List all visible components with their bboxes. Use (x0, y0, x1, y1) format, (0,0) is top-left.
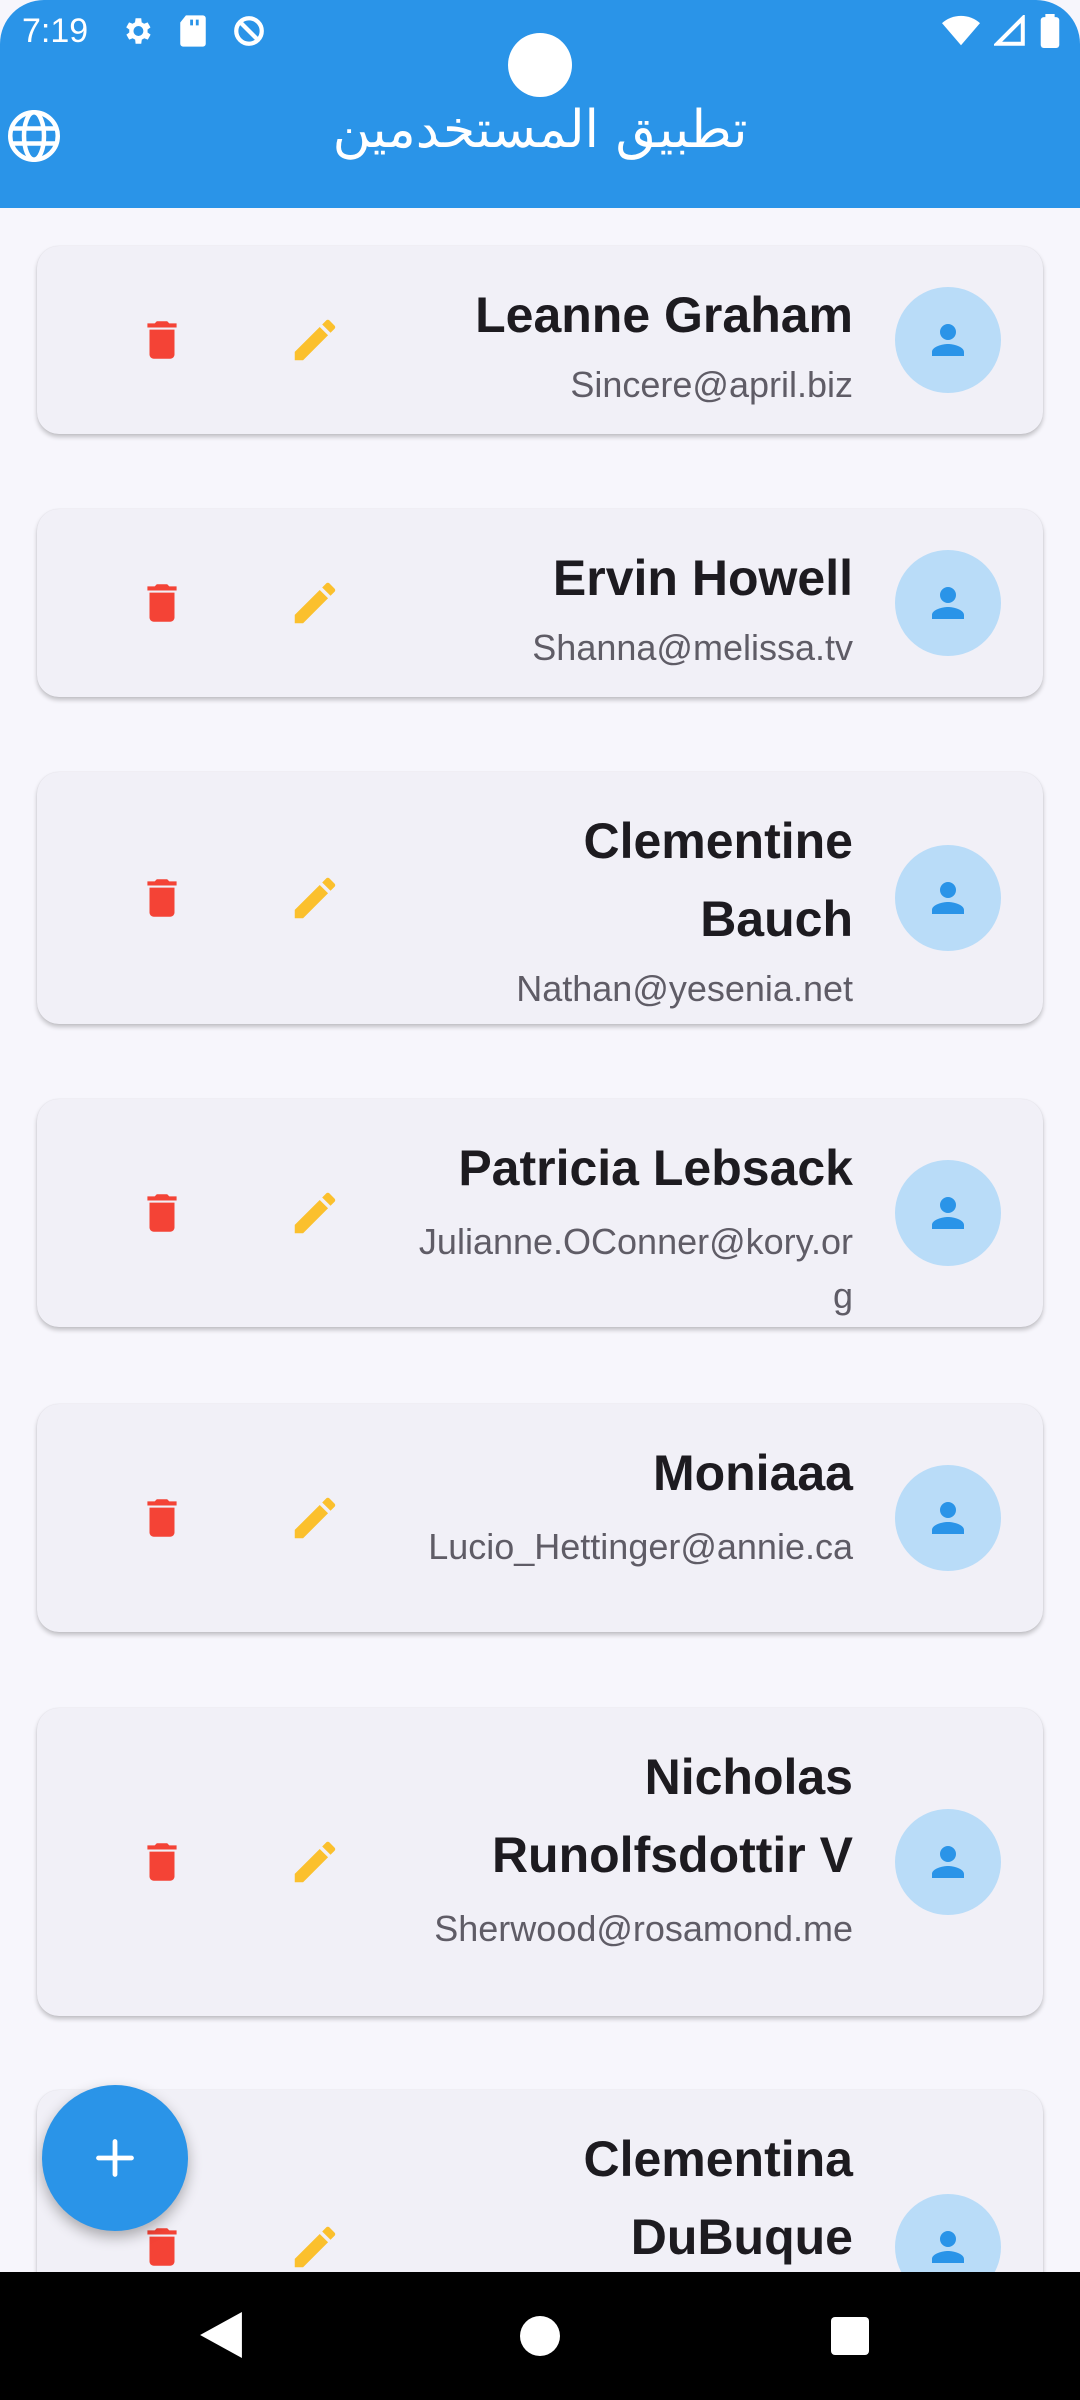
status-time: 7:19 (22, 12, 89, 50)
trash-icon (147, 1499, 177, 1537)
trash-icon (147, 1843, 177, 1881)
edit-button[interactable] (280, 2212, 350, 2272)
user-card[interactable]: Ervin Howell Shanna@melissa.tv (37, 509, 1043, 697)
home-icon[interactable] (520, 2316, 560, 2356)
user-card[interactable]: Clementine Bauch Nathan@yesenia.net (37, 772, 1043, 1024)
person-icon (932, 1502, 964, 1534)
trash-icon (147, 879, 177, 917)
avatar (895, 1160, 1001, 1266)
delete-button[interactable] (127, 1827, 197, 1897)
user-email: Lucio_Hettinger@annie.ca (428, 1526, 853, 1567)
do-not-disturb-icon (234, 16, 264, 46)
avatar (895, 1465, 1001, 1571)
trash-icon (147, 584, 177, 622)
avatar (895, 2194, 1001, 2272)
signal-icon (994, 15, 1025, 46)
avatar (895, 845, 1001, 951)
user-text: Leanne Graham Sincere@april.biz (383, 276, 853, 412)
user-card[interactable]: Leanne Graham Sincere@april.biz (37, 246, 1043, 434)
sd-card-icon (180, 15, 206, 47)
user-name: Patricia Lebsack (458, 1140, 853, 1196)
add-user-button[interactable] (42, 2085, 188, 2231)
pencil-icon (294, 2226, 336, 2268)
system-nav-bar (0, 2272, 1080, 2400)
edit-button[interactable] (280, 863, 350, 933)
delete-button[interactable] (127, 568, 197, 638)
user-card[interactable]: Patricia Lebsack Julianne.OConner@kory.o… (37, 1099, 1043, 1327)
wifi-icon (942, 15, 980, 46)
delete-button[interactable] (127, 1483, 197, 1553)
user-text: Clementina DuBuque (473, 2120, 853, 2272)
delete-button[interactable] (127, 305, 197, 375)
person-icon (932, 1197, 964, 1229)
user-text: Moniaaa Lucio_Hettinger@annie.ca (413, 1434, 853, 1574)
pencil-icon (294, 319, 336, 361)
gear-icon (126, 18, 151, 44)
edit-button[interactable] (280, 305, 350, 375)
app-bar: 7:19 تطبيق المستخدمين (0, 0, 1080, 208)
battery-icon (1040, 14, 1060, 48)
person-icon (932, 882, 964, 914)
trash-icon (147, 321, 177, 359)
delete-button[interactable] (127, 863, 197, 933)
trash-icon (147, 2228, 177, 2266)
user-name: Clementine Bauch (583, 813, 853, 947)
edit-button[interactable] (280, 1178, 350, 1248)
recents-icon[interactable] (831, 2317, 869, 2355)
trash-icon (147, 1194, 177, 1232)
user-name: Moniaaa (652, 1445, 853, 1501)
user-name: Nicholas Runolfsdottir V (491, 1749, 853, 1883)
edit-button[interactable] (280, 568, 350, 638)
user-email: Shanna@melissa.tv (532, 627, 853, 668)
avatar (895, 1809, 1001, 1915)
user-name: Leanne Graham (475, 287, 853, 343)
pencil-icon (294, 1841, 336, 1883)
edit-button[interactable] (280, 1827, 350, 1897)
user-name: Ervin Howell (552, 550, 853, 606)
user-text: Nicholas Runolfsdottir V Sherwood@rosamo… (433, 1738, 853, 1956)
person-icon (932, 324, 964, 356)
person-icon (932, 1846, 964, 1878)
delete-button[interactable] (127, 1178, 197, 1248)
camera-cutout (508, 33, 572, 97)
pencil-icon (294, 1192, 336, 1234)
pencil-icon (294, 582, 336, 624)
pencil-icon (294, 877, 336, 919)
user-card[interactable]: Clementina DuBuque (37, 2090, 1043, 2272)
user-email: Sincere@april.biz (570, 364, 853, 405)
person-icon (932, 2231, 964, 2263)
user-text: Clementine Bauch Nathan@yesenia.net (493, 802, 853, 1016)
plus-icon (96, 2139, 134, 2177)
user-email: Nathan@yesenia.net (516, 968, 853, 1009)
user-text: Patricia Lebsack Julianne.OConner@kory.o… (413, 1129, 853, 1323)
avatar (895, 287, 1001, 393)
user-email: Sherwood@rosamond.me (434, 1908, 853, 1949)
person-icon (932, 587, 964, 619)
status-icons-right (942, 14, 1060, 48)
status-icons-left (120, 14, 266, 48)
app-title: تطبيق المستخدمين (332, 100, 748, 160)
user-email: Julianne.OConner@kory.org (418, 1221, 853, 1316)
pencil-icon (294, 1497, 336, 1539)
back-icon[interactable] (200, 2312, 242, 2358)
user-list[interactable]: Leanne Graham Sincere@april.biz Ervin Ho… (0, 208, 1080, 2272)
avatar (895, 550, 1001, 656)
user-name: Clementina DuBuque (583, 2131, 853, 2265)
user-card[interactable]: Nicholas Runolfsdottir V Sherwood@rosamo… (37, 1708, 1043, 2016)
edit-button[interactable] (280, 1483, 350, 1553)
user-text: Ervin Howell Shanna@melissa.tv (383, 539, 853, 675)
user-card[interactable]: Moniaaa Lucio_Hettinger@annie.ca (37, 1404, 1043, 1632)
